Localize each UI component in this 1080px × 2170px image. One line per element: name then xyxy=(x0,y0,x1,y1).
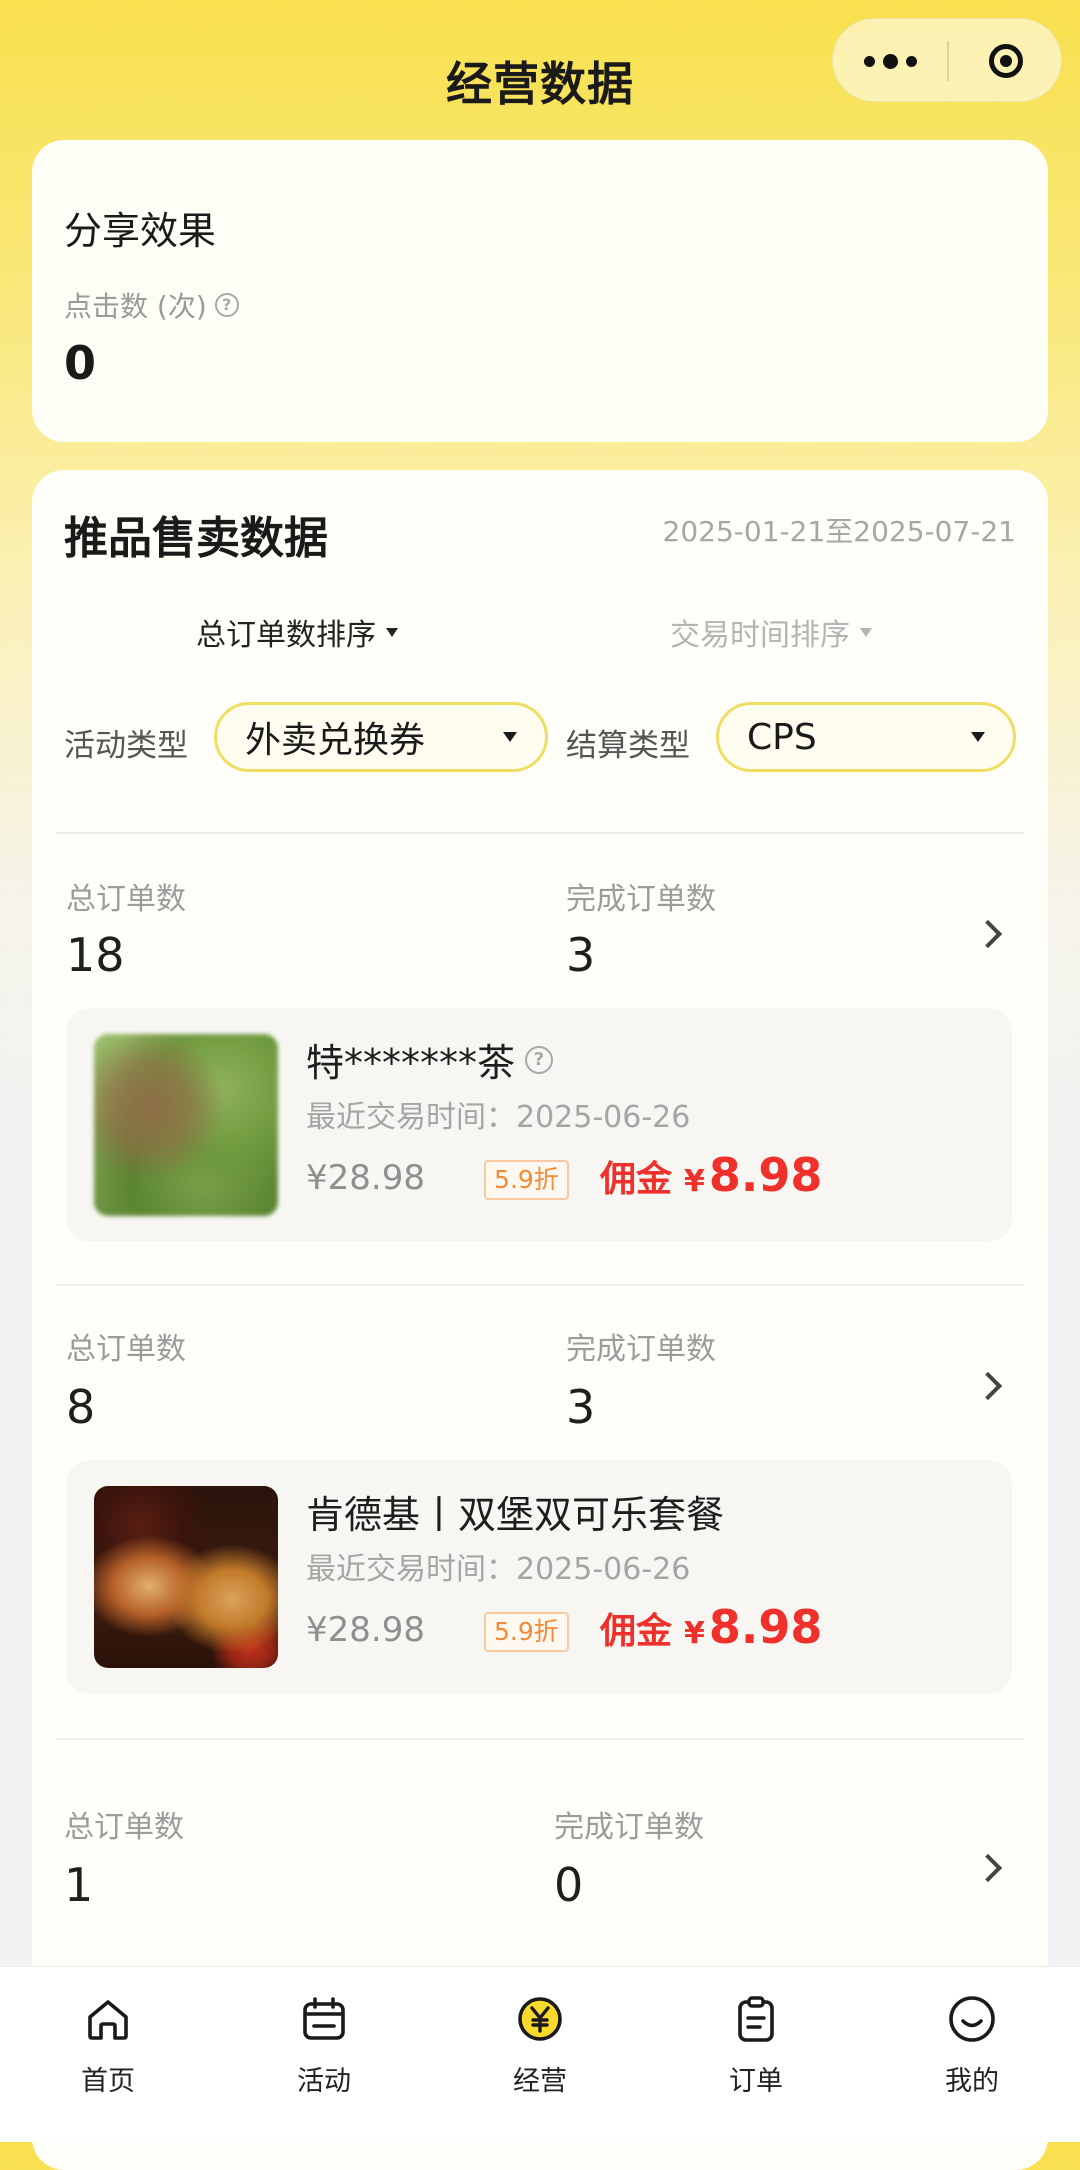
sort-by-trade-time[interactable]: 交易时间排序 xyxy=(670,610,872,654)
tab-activity-label: 活动 xyxy=(297,2066,351,2097)
discount-badge: 5.9折 xyxy=(484,1612,569,1652)
product-price: ¥28.98 xyxy=(306,1158,425,1198)
tab-business-label: 经营 xyxy=(513,2066,567,2097)
chevron-right-icon[interactable] xyxy=(973,1371,1003,1401)
click-count-label: 点击数 (次) xyxy=(64,290,207,323)
sort-time-label: 交易时间排序 xyxy=(670,618,850,653)
yuan-coin-icon xyxy=(518,1997,562,2041)
more-dots-icon-right xyxy=(905,55,917,67)
more-dots-icon xyxy=(863,55,875,67)
completed-orders-value: 0 xyxy=(554,1858,584,1912)
more-dots-icon-center xyxy=(882,53,898,69)
commission-amount: 8.98 xyxy=(708,1148,823,1202)
total-orders-value: 8 xyxy=(66,1380,96,1434)
tab-orders-label: 订单 xyxy=(729,2066,783,2097)
commission-label: 佣金 xyxy=(600,1611,673,1652)
activity-type-label: 活动类型 xyxy=(64,728,188,764)
caret-down-icon xyxy=(503,732,517,742)
activity-type-value: 外卖兑换券 xyxy=(245,720,426,761)
clipboard-icon xyxy=(738,1996,774,2042)
total-orders-label: 总订单数 xyxy=(66,1332,186,1367)
last-trade-time: 最近交易时间：2025-06-26 xyxy=(306,1100,691,1135)
click-count-value: 0 xyxy=(64,336,97,390)
total-orders-value: 18 xyxy=(66,928,125,982)
completed-orders-value: 3 xyxy=(566,1380,596,1434)
settle-type-label: 结算类型 xyxy=(566,728,690,764)
commission-currency: ¥ xyxy=(684,1164,705,1199)
activity-type-select[interactable]: 外卖兑换券 xyxy=(214,702,548,772)
more-button[interactable] xyxy=(833,19,947,103)
commission: 佣金 ¥ 8.98 xyxy=(600,1600,822,1654)
calendar-icon xyxy=(303,1997,345,2040)
commission-label: 佣金 xyxy=(600,1159,673,1200)
tab-profile[interactable]: 我的 xyxy=(902,1993,1042,2113)
help-icon[interactable]: ? xyxy=(525,1045,554,1074)
caret-down-icon xyxy=(860,627,872,637)
divider xyxy=(56,1284,1024,1286)
product-card[interactable]: 肯德基丨双堡双可乐套餐 最近交易时间：2025-06-26 ¥28.98 5.9… xyxy=(66,1460,1012,1694)
target-close-icon-core xyxy=(1000,55,1012,67)
bottom-tab-bar: 首页 活动 经营 订单 我的 xyxy=(0,1966,1080,2142)
product-name-row: 肯德基丨双堡双可乐套餐 xyxy=(306,1484,724,1539)
caret-down-icon xyxy=(971,732,985,742)
product-image xyxy=(94,1034,278,1216)
product-name: 肯德基丨双堡双可乐套餐 xyxy=(306,1493,725,1537)
tab-home[interactable]: 首页 xyxy=(38,1993,178,2113)
product-price: ¥28.98 xyxy=(306,1610,425,1650)
help-icon[interactable]: ? xyxy=(214,293,239,317)
completed-orders-label: 完成订单数 xyxy=(566,1332,716,1367)
close-button[interactable] xyxy=(949,19,1063,103)
total-orders-label: 总订单数 xyxy=(64,1810,184,1845)
product-name-row: 特*******茶 ? xyxy=(306,1032,554,1087)
click-count-label-row: 点击数 (次) ? xyxy=(64,285,239,325)
chevron-right-icon[interactable] xyxy=(973,919,1003,949)
commission: 佣金 ¥ 8.98 xyxy=(600,1148,822,1202)
nav-header: 经营数据 xyxy=(0,0,1080,140)
sort-by-total-orders[interactable]: 总订单数排序 xyxy=(196,610,398,654)
home-icon xyxy=(88,2000,128,2040)
chevron-right-icon[interactable] xyxy=(973,1853,1003,1883)
discount-badge: 5.9折 xyxy=(484,1160,569,1200)
tab-activity[interactable]: 活动 xyxy=(254,1993,394,2113)
commission-amount: 8.98 xyxy=(708,1600,823,1654)
divider xyxy=(56,832,1024,834)
completed-orders-label: 完成订单数 xyxy=(566,882,716,917)
tab-orders[interactable]: 订单 xyxy=(686,1993,826,2113)
caret-down-icon xyxy=(386,627,398,637)
divider xyxy=(56,1738,1024,1740)
completed-orders-value: 3 xyxy=(566,928,596,982)
smiley-icon xyxy=(949,1996,995,2042)
settle-type-select[interactable]: CPS xyxy=(716,702,1016,772)
total-orders-label: 总订单数 xyxy=(66,882,186,917)
completed-orders-label: 完成订单数 xyxy=(554,1810,704,1845)
total-orders-value: 1 xyxy=(64,1858,94,1912)
product-image xyxy=(94,1486,278,1668)
sales-data-card: 推品售卖数据 2025-01-21至2025-07-21 总订单数排序 交易时间… xyxy=(32,470,1048,2170)
tab-business[interactable]: 经营 xyxy=(470,1993,610,2113)
sales-data-title: 推品售卖数据 xyxy=(64,513,328,564)
tab-home-label: 首页 xyxy=(81,2066,135,2097)
last-trade-time: 最近交易时间：2025-06-26 xyxy=(306,1552,691,1587)
product-name: 特*******茶 xyxy=(306,1041,516,1085)
product-card[interactable]: 特*******茶 ? 最近交易时间：2025-06-26 ¥28.98 5.9… xyxy=(66,1008,1012,1242)
settle-type-value: CPS xyxy=(747,716,817,758)
tab-profile-label: 我的 xyxy=(945,2066,999,2097)
share-effect-title: 分享效果 xyxy=(64,209,217,253)
mini-program-capsule xyxy=(832,18,1062,102)
sort-total-label: 总订单数排序 xyxy=(196,618,376,653)
date-range[interactable]: 2025-01-21至2025-07-21 xyxy=(663,510,1016,550)
share-effect-card: 分享效果 点击数 (次) ? 0 xyxy=(32,140,1048,442)
commission-currency: ¥ xyxy=(684,1616,705,1651)
target-close-icon xyxy=(989,44,1023,78)
